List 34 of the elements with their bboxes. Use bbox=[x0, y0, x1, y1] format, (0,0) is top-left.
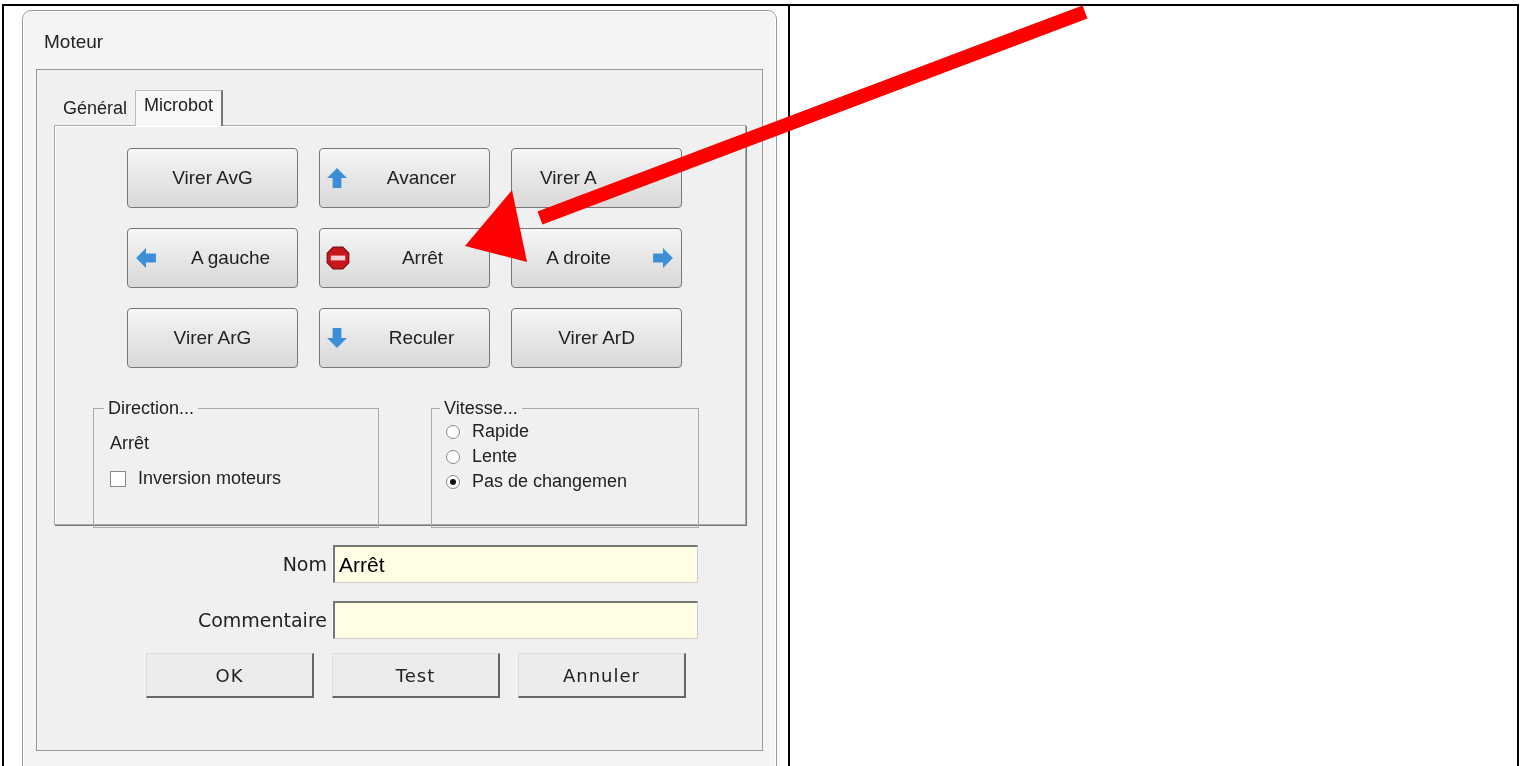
radio-button[interactable] bbox=[446, 449, 460, 464]
move-button[interactable]: A gauche bbox=[127, 228, 298, 288]
group-title: Vitesse... bbox=[443, 398, 519, 419]
radio-button[interactable] bbox=[446, 474, 460, 489]
group-title: Direction... bbox=[107, 398, 196, 419]
move-button[interactable]: Reculer bbox=[319, 308, 490, 368]
move-button[interactable]: Virer ArD bbox=[511, 308, 682, 368]
checkbox[interactable] bbox=[110, 470, 126, 487]
move-button[interactable]: Arrêt bbox=[319, 228, 490, 288]
dialog-button[interactable]: Test bbox=[332, 653, 500, 698]
tab[interactable]: Microbot bbox=[135, 90, 224, 126]
window-title: Moteur bbox=[43, 30, 104, 54]
dialog-button[interactable]: Annuler bbox=[518, 653, 686, 698]
field-label: Nom bbox=[281, 553, 327, 575]
move-button[interactable]: A droite bbox=[511, 228, 682, 288]
radio-label: Rapide bbox=[472, 421, 530, 442]
up-arrow-icon bbox=[326, 167, 348, 189]
down-arrow-icon bbox=[326, 327, 348, 349]
input-field[interactable]: Arrêt bbox=[333, 545, 698, 583]
right-arrow-icon bbox=[651, 247, 675, 269]
dialog-button[interactable]: OK bbox=[146, 653, 314, 698]
input-field[interactable] bbox=[333, 601, 698, 639]
field-label: Commentaire bbox=[196, 609, 327, 631]
move-button[interactable]: Virer AvG bbox=[127, 148, 298, 208]
stop-sign-icon bbox=[326, 246, 350, 270]
tab[interactable]: Général bbox=[55, 92, 136, 125]
checkbox-label: Inversion moteurs bbox=[138, 468, 282, 489]
move-button[interactable]: Avancer bbox=[319, 148, 490, 208]
direction-value: Arrêt bbox=[110, 433, 150, 454]
radio-button[interactable] bbox=[446, 424, 460, 439]
radio-label: Pas de changemen bbox=[472, 471, 628, 492]
radio-label: Lente bbox=[472, 446, 518, 467]
left-arrow-icon bbox=[134, 247, 158, 269]
move-button[interactable]: Virer ArG bbox=[127, 308, 298, 368]
